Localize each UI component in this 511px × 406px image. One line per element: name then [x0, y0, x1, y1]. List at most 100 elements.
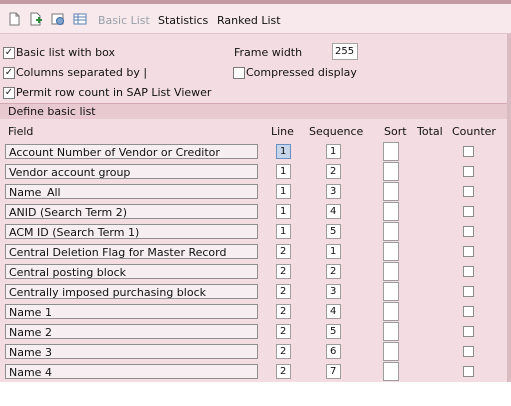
- table-row: Name 3 2 6: [0, 342, 511, 362]
- sequence-input[interactable]: 2: [326, 164, 341, 179]
- new-document-icon[interactable]: [7, 12, 21, 26]
- field-name-cell[interactable]: ANID (Search Term 2): [5, 204, 258, 219]
- sequence-input[interactable]: 3: [326, 184, 341, 199]
- line-column-header: Line: [271, 125, 294, 138]
- sort-input[interactable]: [383, 162, 399, 181]
- compressed-display-label: Compressed display: [246, 66, 357, 79]
- sequence-input[interactable]: 1: [326, 144, 341, 159]
- table-row: Central Deletion Flag for Master Record …: [0, 242, 511, 262]
- field-name-cell[interactable]: Name 1: [5, 304, 258, 319]
- basic-list-grid: Field Line Sequence Sort Total Counter A…: [0, 119, 511, 382]
- sequence-input[interactable]: 4: [326, 304, 341, 319]
- sequence-input[interactable]: 2: [326, 264, 341, 279]
- sequence-input[interactable]: 1: [326, 244, 341, 259]
- counter-checkbox[interactable]: [463, 346, 474, 357]
- field-name-cell[interactable]: Central Deletion Flag for Master Record: [5, 244, 258, 259]
- counter-checkbox[interactable]: [463, 246, 474, 257]
- sort-input[interactable]: [383, 262, 399, 281]
- sequence-input[interactable]: 4: [326, 204, 341, 219]
- table-row: Name 2 2 5: [0, 322, 511, 342]
- counter-checkbox[interactable]: [463, 146, 474, 157]
- field-name-cell[interactable]: Name_All: [5, 184, 258, 199]
- counter-checkbox[interactable]: [463, 326, 474, 337]
- basic-list-with-box-label: Basic list with box: [16, 46, 115, 59]
- sort-input[interactable]: [383, 302, 399, 321]
- sequence-input[interactable]: 6: [326, 344, 341, 359]
- line-input[interactable]: 1: [276, 164, 291, 179]
- line-input[interactable]: 2: [276, 344, 291, 359]
- table-row: Name 1 2 4: [0, 302, 511, 322]
- line-input[interactable]: 2: [276, 284, 291, 299]
- field-name-cell[interactable]: Account Number of Vendor or Creditor: [5, 144, 258, 159]
- sort-input[interactable]: [383, 282, 399, 301]
- line-input[interactable]: 1: [276, 224, 291, 239]
- define-basic-list-header: Define basic list: [0, 103, 511, 120]
- ranked-list-button[interactable]: Ranked List: [217, 14, 281, 27]
- sort-input[interactable]: [383, 242, 399, 261]
- total-column-header: Total: [417, 125, 443, 138]
- sort-column-header: Sort: [384, 125, 407, 138]
- columns-separated-label: Columns separated by |: [16, 66, 148, 79]
- table-row: Centrally imposed purchasing block 2 3: [0, 282, 511, 302]
- sort-input[interactable]: [383, 182, 399, 201]
- sort-input[interactable]: [383, 342, 399, 361]
- copy-document-icon[interactable]: [29, 12, 43, 26]
- field-name-cell[interactable]: Name 3: [5, 344, 258, 359]
- field-name-cell[interactable]: Name 4: [5, 364, 258, 379]
- layout-grid-icon[interactable]: [73, 12, 87, 26]
- sequence-input[interactable]: 5: [326, 224, 341, 239]
- right-border: [507, 34, 511, 382]
- blank-area: [0, 382, 511, 406]
- line-input[interactable]: 1: [276, 144, 291, 159]
- line-input[interactable]: 1: [276, 184, 291, 199]
- basic-list-button[interactable]: Basic List: [98, 14, 150, 27]
- sort-input[interactable]: [383, 362, 399, 381]
- line-input[interactable]: 1: [276, 204, 291, 219]
- counter-checkbox[interactable]: [463, 206, 474, 217]
- line-input[interactable]: 2: [276, 244, 291, 259]
- columns-separated-checkbox[interactable]: ✓: [3, 67, 15, 79]
- field-name-cell[interactable]: Central posting block: [5, 264, 258, 279]
- line-input[interactable]: 2: [276, 324, 291, 339]
- settings-icon[interactable]: [51, 12, 65, 26]
- compressed-display-checkbox[interactable]: [233, 67, 245, 79]
- display-options-panel: ✓ Basic list with box ✓ Columns separate…: [0, 34, 511, 103]
- sequence-input[interactable]: 3: [326, 284, 341, 299]
- frame-width-label: Frame width: [234, 46, 303, 59]
- section-title: Define basic list: [8, 105, 96, 118]
- field-name-cell[interactable]: Name 2: [5, 324, 258, 339]
- line-input[interactable]: 2: [276, 304, 291, 319]
- table-row: ACM ID (Search Term 1) 1 5: [0, 222, 511, 242]
- table-row: Vendor account group 1 2: [0, 162, 511, 182]
- counter-checkbox[interactable]: [463, 266, 474, 277]
- field-name-cell[interactable]: ACM ID (Search Term 1): [5, 224, 258, 239]
- sort-input[interactable]: [383, 202, 399, 221]
- frame-width-input[interactable]: 255: [332, 43, 358, 60]
- application-toolbar: Basic List Statistics Ranked List: [0, 4, 511, 34]
- field-column-header: Field: [8, 125, 34, 138]
- counter-checkbox[interactable]: [463, 306, 474, 317]
- sequence-column-header: Sequence: [309, 125, 364, 138]
- sort-input[interactable]: [383, 322, 399, 341]
- counter-column-header: Counter: [452, 125, 496, 138]
- table-row: Account Number of Vendor or Creditor 1 1: [0, 142, 511, 162]
- permit-row-count-label: Permit row count in SAP List Viewer: [16, 86, 212, 99]
- table-row: ANID (Search Term 2) 1 4: [0, 202, 511, 222]
- counter-checkbox[interactable]: [463, 166, 474, 177]
- table-row: Name 4 2 7: [0, 362, 511, 382]
- counter-checkbox[interactable]: [463, 226, 474, 237]
- sort-input[interactable]: [383, 222, 399, 241]
- counter-checkbox[interactable]: [463, 186, 474, 197]
- sort-input[interactable]: [383, 142, 399, 161]
- field-name-cell[interactable]: Vendor account group: [5, 164, 258, 179]
- statistics-button[interactable]: Statistics: [158, 14, 208, 27]
- sequence-input[interactable]: 5: [326, 324, 341, 339]
- field-name-cell[interactable]: Centrally imposed purchasing block: [5, 284, 258, 299]
- line-input[interactable]: 2: [276, 364, 291, 379]
- line-input[interactable]: 2: [276, 264, 291, 279]
- permit-row-count-checkbox[interactable]: ✓: [3, 87, 15, 99]
- counter-checkbox[interactable]: [463, 286, 474, 297]
- counter-checkbox[interactable]: [463, 366, 474, 377]
- basic-list-with-box-checkbox[interactable]: ✓: [3, 47, 15, 59]
- sequence-input[interactable]: 7: [326, 364, 341, 379]
